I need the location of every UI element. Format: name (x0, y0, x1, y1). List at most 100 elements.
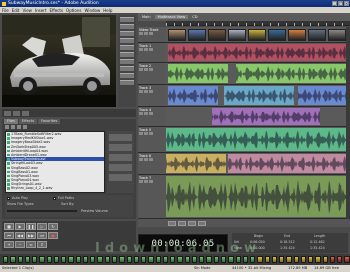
audio-clip[interactable] (228, 154, 350, 173)
mute-button[interactable] (139, 180, 143, 183)
zoom-out-h-button[interactable]: − (15, 241, 25, 248)
track-lane[interactable] (166, 43, 350, 63)
audio-clip[interactable] (168, 64, 228, 83)
loop-button[interactable]: ↻ (48, 223, 58, 230)
view-end[interactable]: 1:35.424 (280, 246, 295, 250)
close-file-icon[interactable] (17, 125, 21, 129)
open-file-icon[interactable] (5, 125, 9, 129)
zoom-in-v-button[interactable]: ⇕ (37, 241, 47, 248)
track-lane[interactable] (166, 27, 350, 43)
mute-button[interactable] (139, 158, 143, 161)
mute-button[interactable] (139, 48, 143, 51)
pause-button[interactable]: ❚❚ (26, 223, 36, 230)
go-to-end-button[interactable]: ⏭ (37, 232, 47, 239)
audio-clip[interactable] (224, 86, 294, 105)
go-to-start-button[interactable]: ⏮ (4, 232, 14, 239)
vertical-scrollbar[interactable] (346, 27, 350, 219)
audio-clip[interactable] (166, 176, 350, 217)
solo-button[interactable] (144, 90, 148, 93)
video-thumbnails[interactable] (168, 29, 350, 41)
record-button[interactable]: ● (48, 232, 58, 239)
record-arm-button[interactable] (149, 90, 153, 93)
close-button[interactable]: × (344, 1, 349, 6)
track-lane[interactable] (166, 153, 350, 175)
record-arm-button[interactable] (149, 68, 153, 71)
menu-window[interactable]: Window (84, 8, 100, 13)
tool-button[interactable] (120, 52, 134, 57)
full-paths-checkbox[interactable] (53, 197, 56, 200)
audio-clip[interactable] (298, 86, 350, 105)
mute-button[interactable] (139, 68, 143, 71)
auto-play-checkbox[interactable] (7, 197, 10, 200)
tab-main[interactable]: Main (142, 15, 151, 19)
video-control-button[interactable] (13, 110, 20, 116)
menu-options[interactable]: Options (66, 8, 81, 13)
tab-cd[interactable]: CD (192, 15, 197, 19)
insert-icon[interactable] (23, 125, 27, 129)
track-header[interactable]: Video Track (138, 27, 166, 43)
menu-file[interactable]: File (2, 8, 9, 13)
solo-button[interactable] (144, 180, 148, 183)
mute-button[interactable] (139, 90, 143, 93)
stop-button[interactable]: ■ (4, 223, 14, 230)
track-header[interactable]: Track 7 (138, 175, 166, 219)
tab-multitrack[interactable]: Multitrack View (154, 15, 189, 19)
side-button[interactable] (109, 154, 132, 161)
side-button[interactable] (109, 134, 132, 141)
rewind-button[interactable]: ◀◀ (15, 232, 25, 239)
tool-button[interactable] (120, 73, 134, 78)
record-arm-button[interactable] (149, 180, 153, 183)
solo-button[interactable] (144, 158, 148, 161)
mute-button[interactable] (139, 132, 143, 135)
track-lane[interactable] (166, 175, 350, 219)
menu-view[interactable]: View (22, 8, 32, 13)
record-arm-button[interactable] (149, 48, 153, 51)
track-header[interactable]: Track 5 (138, 127, 166, 153)
zoom-button[interactable] (168, 220, 176, 226)
audio-clip[interactable] (236, 64, 348, 83)
preview-volume-slider[interactable] (7, 210, 77, 212)
sel-length[interactable]: 0:12.462 (310, 240, 325, 244)
tool-button[interactable] (120, 17, 134, 22)
zoom-button[interactable] (198, 220, 206, 226)
record-arm-button[interactable] (149, 158, 153, 161)
track-header[interactable]: Track 2 (138, 63, 166, 85)
tool-button[interactable] (120, 24, 134, 29)
side-button[interactable] (109, 174, 132, 181)
track-header[interactable]: Track 3 (138, 85, 166, 107)
tab-favorites[interactable]: Favorites (38, 119, 61, 124)
menu-help[interactable]: Help (103, 8, 112, 13)
tool-button[interactable] (120, 45, 134, 50)
track-lane[interactable] (166, 63, 350, 85)
tool-button[interactable] (120, 31, 134, 36)
menu-insert[interactable]: Insert (35, 8, 46, 13)
tool-button[interactable] (120, 59, 134, 64)
file-item[interactable]: Rhythm_Loop_4_2_1.wav (6, 186, 104, 190)
fast-forward-button[interactable]: ▶▶ (26, 232, 36, 239)
maximize-button[interactable]: □ (338, 1, 343, 6)
tab-effects[interactable]: Effects (18, 119, 38, 124)
zoom-in-h-button[interactable]: + (4, 241, 14, 248)
solo-button[interactable] (144, 68, 148, 71)
play-button[interactable]: ▶ (15, 223, 25, 230)
tool-button[interactable] (120, 80, 134, 85)
track-header[interactable]: Track 6 (138, 153, 166, 175)
video-control-button[interactable] (22, 110, 29, 116)
view-length[interactable]: 1:35.424 (310, 246, 325, 250)
sel-end[interactable]: 0:18.512 (280, 240, 295, 244)
record-arm-button[interactable] (149, 112, 153, 115)
import-icon[interactable] (11, 125, 15, 129)
timeline-ruler[interactable] (166, 21, 350, 26)
solo-button[interactable] (144, 112, 148, 115)
track-lane[interactable] (166, 127, 350, 153)
solo-button[interactable] (144, 32, 148, 35)
audio-clip[interactable] (212, 108, 320, 125)
audio-clip[interactable] (166, 154, 226, 173)
minimize-button[interactable]: _ (332, 1, 337, 6)
solo-button[interactable] (144, 48, 148, 51)
zoom-full-button[interactable]: ⇔ (26, 241, 36, 248)
track-lane[interactable] (166, 85, 350, 107)
audio-clip[interactable] (166, 128, 350, 151)
zoom-button[interactable] (188, 220, 196, 226)
record-arm-button[interactable] (149, 32, 153, 35)
